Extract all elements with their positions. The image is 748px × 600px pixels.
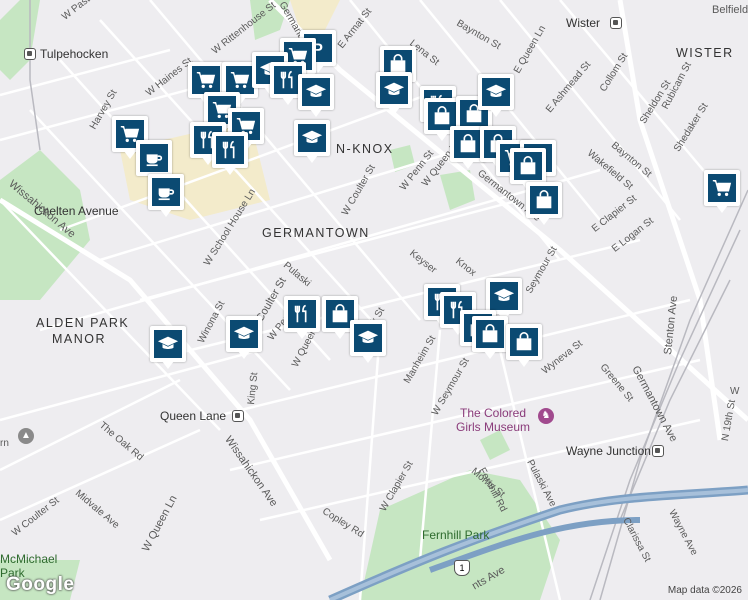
transit-label-tulpehocken[interactable]: Tulpehocken (40, 47, 108, 61)
google-logo: Google (6, 574, 75, 595)
cafe-icon (140, 144, 168, 172)
shopping-cart-icon (226, 66, 254, 94)
map-pin-school[interactable] (226, 316, 262, 359)
museum-label-colored-girls[interactable]: The Colored Girls Museum (456, 406, 530, 434)
museum-icon[interactable]: ♞ (538, 408, 554, 424)
school-icon (490, 282, 518, 310)
shopping-cart-icon (192, 66, 220, 94)
street-label: W (730, 386, 740, 397)
map-pin-school[interactable] (298, 74, 334, 117)
map-pin-restaurant[interactable] (284, 296, 320, 339)
school-icon (482, 78, 510, 106)
map-attribution[interactable]: Map data ©2026 (668, 585, 742, 596)
map-pin-shopping-bag[interactable] (510, 148, 546, 191)
map-pin-shopping-bag[interactable] (506, 324, 542, 367)
transit-label-wayne-junction[interactable]: Wayne Junction (566, 444, 651, 458)
map-pin-school[interactable] (478, 74, 514, 117)
school-icon[interactable]: ▲ (18, 428, 34, 444)
map-pin-shopping-bag[interactable] (526, 182, 562, 225)
restaurant-icon (288, 300, 316, 328)
school-icon (154, 330, 182, 358)
map-pin-school[interactable] (376, 72, 412, 115)
transit-station-icon[interactable] (652, 445, 664, 457)
shopping-bag-icon (514, 152, 542, 180)
map-pin-shopping-cart[interactable] (704, 170, 740, 213)
shopping-bag-icon (510, 328, 538, 356)
school-icon (380, 76, 408, 104)
street-label: Belfield (712, 4, 748, 16)
school-icon (230, 320, 258, 348)
shopping-cart-icon (708, 174, 736, 202)
neighborhood-label-wister: WISTER (676, 46, 734, 60)
neighborhood-label-penn-knox: N-KNOX (336, 142, 394, 156)
map-pin-school[interactable] (350, 320, 386, 363)
shopping-bag-icon (530, 186, 558, 214)
neighborhood-label-alden-park: ALDEN PARK (36, 316, 130, 330)
school-icon (354, 324, 382, 352)
school-icon (298, 124, 326, 152)
map-pin-restaurant[interactable] (212, 132, 248, 175)
park-label-line1: McMichael (0, 552, 58, 566)
map-pin-school[interactable] (150, 326, 186, 369)
street-label-rn-partial: rn (0, 438, 9, 449)
map-pin-school[interactable] (486, 278, 522, 321)
transit-label-queen-lane[interactable]: Queen Lane (160, 409, 226, 423)
cafe-icon (152, 178, 180, 206)
map-pin-shopping-bag[interactable] (472, 316, 508, 359)
transit-station-icon[interactable] (610, 17, 622, 29)
shopping-bag-icon (476, 320, 504, 348)
route-shield: 1 (454, 560, 470, 576)
museum-label-line2: Girls Museum (456, 420, 531, 434)
park-label-fernhill[interactable]: Fernhill Park (422, 528, 489, 542)
transit-station-icon[interactable] (24, 48, 36, 60)
transit-station-icon[interactable] (232, 410, 244, 422)
school-icon (302, 78, 330, 106)
neighborhood-label-manor: MANOR (52, 332, 107, 346)
map-pin-school[interactable] (294, 120, 330, 163)
restaurant-icon (216, 136, 244, 164)
map-pin-cafe[interactable] (136, 140, 172, 183)
shopping-bag-icon (454, 130, 482, 158)
transit-label-wister[interactable]: Wister (566, 16, 600, 30)
neighborhood-label-germantown: GERMANTOWN (262, 226, 370, 240)
museum-label-line1: The Colored (459, 406, 527, 420)
map-pin-cafe[interactable] (148, 174, 184, 217)
